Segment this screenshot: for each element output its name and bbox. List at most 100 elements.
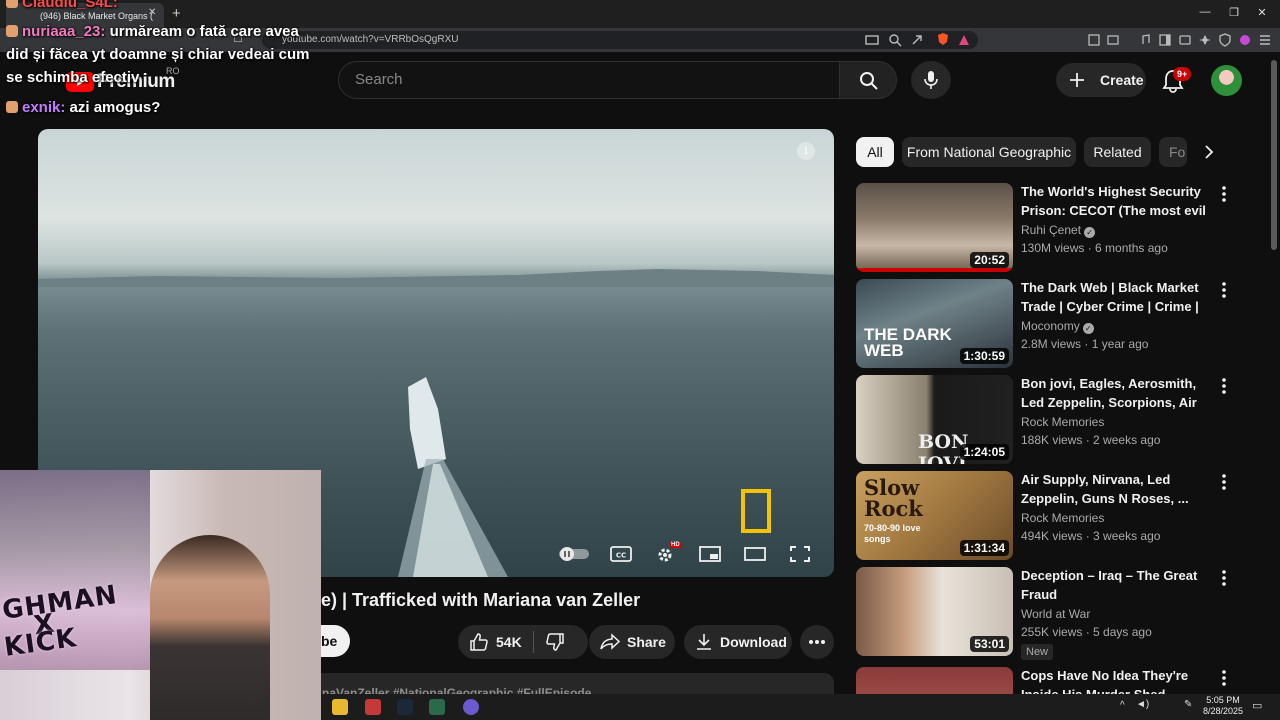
download-button[interactable]: Download (684, 625, 792, 659)
extensions-icon[interactable] (1087, 33, 1101, 47)
rec-title[interactable]: Cops Have No Idea They're Inside His Mur… (1021, 667, 1211, 694)
tray-chevron-icon[interactable]: ^ (1120, 700, 1125, 711)
recommendation-item[interactable]: 20:52 The World's Highest Security Priso… (856, 183, 1236, 273)
more-actions-button[interactable] (800, 625, 834, 659)
thumbnail[interactable]: 53:01 (856, 567, 1013, 656)
plus-icon (1070, 73, 1084, 87)
video-title: e) | Trafficked with Mariana van Zeller (321, 590, 641, 610)
like-count: 54K (496, 634, 522, 650)
recommendation-item[interactable]: THE DARK WEB 1:30:59 The Dark Web | Blac… (856, 279, 1236, 369)
rewards-icon[interactable] (957, 33, 971, 47)
screen: (946) Black Market Organs ( ✕ + — ❐ ✕ ☐ … (0, 0, 1280, 720)
rec-title[interactable]: The Dark Web | Black Market Trade | Cybe… (1021, 279, 1211, 316)
chevron-right-icon[interactable] (1201, 144, 1217, 160)
share-page-icon[interactable] (910, 33, 924, 47)
cast-icon[interactable] (865, 33, 879, 47)
thumbnail[interactable]: THE DARK WEB 1:30:59 (856, 279, 1013, 368)
dislike-button[interactable] (534, 625, 588, 659)
share-button[interactable]: Share (589, 625, 675, 659)
notifications-center-icon[interactable]: ▭ (1252, 699, 1262, 712)
volume-icon[interactable]: ◄) (1136, 699, 1149, 710)
info-icon[interactable]: i (797, 142, 815, 160)
create-button[interactable]: Create (1056, 63, 1146, 97)
more-vertical-icon[interactable] (1218, 569, 1230, 587)
thumbnail-text: Slow Rock (864, 475, 923, 521)
clock-date: 8/28/2025 (1202, 706, 1244, 716)
zoom-icon[interactable] (888, 33, 902, 47)
duration: 20:52 (970, 252, 1009, 268)
chip-all[interactable]: All (856, 137, 894, 167)
like-button[interactable]: 54K (458, 625, 533, 659)
tab-close-icon[interactable]: ✕ (148, 7, 156, 18)
recommendation-item[interactable]: Slow Rock 70-80-90 love songs 1:31:34 Ai… (856, 471, 1236, 561)
thumbnail[interactable]: Slow Rock 70-80-90 love songs 1:31:34 (856, 471, 1013, 560)
file-explorer-icon[interactable] (332, 699, 348, 715)
vpn-icon[interactable] (1218, 33, 1232, 47)
rec-channel[interactable]: World at War (1021, 607, 1090, 621)
fullscreen-icon[interactable] (789, 545, 811, 563)
autoplay-toggle[interactable] (558, 545, 590, 563)
more-vertical-icon[interactable] (1218, 669, 1230, 687)
chip-related[interactable]: Related (1084, 137, 1151, 167)
page-scrollbar[interactable] (1271, 60, 1277, 250)
more-horizontal-icon (809, 640, 825, 644)
watch-progress (856, 268, 1013, 272)
recommendation-item[interactable]: BON JOVI 1:24:05 Bon jovi, Eagles, Aeros… (856, 375, 1236, 465)
theater-mode-icon[interactable] (744, 545, 766, 563)
chip-from-national-geographic[interactable]: From National Geographic (902, 137, 1076, 167)
recommendation-item[interactable]: 53:01 Deception – Iraq – The Great Fraud… (856, 567, 1236, 660)
captions-icon[interactable]: CC (610, 545, 632, 563)
rec-title[interactable]: Deception – Iraq – The Great Fraud (1021, 567, 1211, 604)
thumbnail[interactable]: BON JOVI 1:24:05 (856, 375, 1013, 464)
sidebar-icon[interactable] (1158, 33, 1172, 47)
rec-meta: 188K views · 2 weeks ago (1021, 433, 1161, 447)
discord-icon[interactable] (463, 699, 479, 715)
upload-age: 3 weeks ago (1093, 529, 1161, 543)
new-tab-icon[interactable]: + (172, 5, 181, 22)
chip-partial[interactable]: Fo (1159, 137, 1187, 167)
pen-icon[interactable]: ✎ (1184, 699, 1192, 710)
more-vertical-icon[interactable] (1218, 185, 1230, 203)
more-vertical-icon[interactable] (1218, 473, 1230, 491)
restore-icon[interactable]: ❐ (1227, 6, 1241, 19)
rec-channel[interactable]: Rock Memories (1021, 511, 1104, 525)
close-window-icon[interactable]: ✕ (1255, 6, 1269, 19)
recommendation-item[interactable]: Cops Have No Idea They're Inside His Mur… (856, 667, 1236, 694)
create-label: Create (1100, 72, 1144, 88)
taskbar-clock[interactable]: 5:05 PM 8/28/2025 (1200, 695, 1246, 717)
rec-title[interactable]: Bon jovi, Eagles, Aerosmith, Led Zeppeli… (1021, 375, 1211, 412)
wallet-icon[interactable] (1178, 33, 1192, 47)
rec-title[interactable]: Air Supply, Nirvana, Led Zeppelin, Guns … (1021, 471, 1211, 508)
rec-channel[interactable]: Ruhi Çenet ✓ (1021, 223, 1096, 238)
more-vertical-icon[interactable] (1218, 281, 1230, 299)
minimize-icon[interactable]: — (1198, 6, 1212, 18)
chat-message: nuriaaa_23: urmăream o fată care avea (6, 23, 299, 40)
search-button[interactable] (839, 61, 897, 99)
upload-age: 1 year ago (1091, 337, 1149, 351)
steam-icon[interactable] (397, 699, 413, 715)
terminal-icon[interactable] (429, 699, 445, 715)
more-vertical-icon[interactable] (1218, 377, 1230, 395)
chat-message-continuation: se schimba efectiv (6, 69, 140, 86)
rec-title[interactable]: The World's Highest Security Prison: CEC… (1021, 183, 1211, 220)
thumbnail[interactable] (856, 667, 1013, 694)
channel-name: Ruhi Çenet (1021, 223, 1082, 237)
brave-shield-icon[interactable] (936, 32, 950, 46)
new-badge: New (1021, 644, 1054, 660)
brave-browser-icon[interactable] (365, 699, 381, 715)
search-input[interactable]: Search (338, 61, 840, 99)
profile-icon[interactable] (1238, 33, 1252, 47)
share-label: Share (627, 634, 666, 650)
screenshot-icon[interactable] (1106, 33, 1120, 47)
leo-icon[interactable] (1198, 33, 1212, 47)
chat-username: exnik: (22, 99, 66, 116)
voice-search-button[interactable] (911, 61, 951, 99)
rec-channel[interactable]: Moconomy ✓ (1021, 319, 1094, 334)
miniplayer-icon[interactable] (699, 545, 721, 563)
music-icon[interactable] (1138, 33, 1152, 47)
browser-menu-icon[interactable] (1258, 33, 1272, 47)
rec-channel[interactable]: Rock Memories (1021, 415, 1104, 429)
account-avatar[interactable] (1211, 65, 1242, 96)
thumbnail[interactable]: 20:52 (856, 183, 1013, 272)
chat-text: urmăream o fată care avea (109, 23, 299, 40)
